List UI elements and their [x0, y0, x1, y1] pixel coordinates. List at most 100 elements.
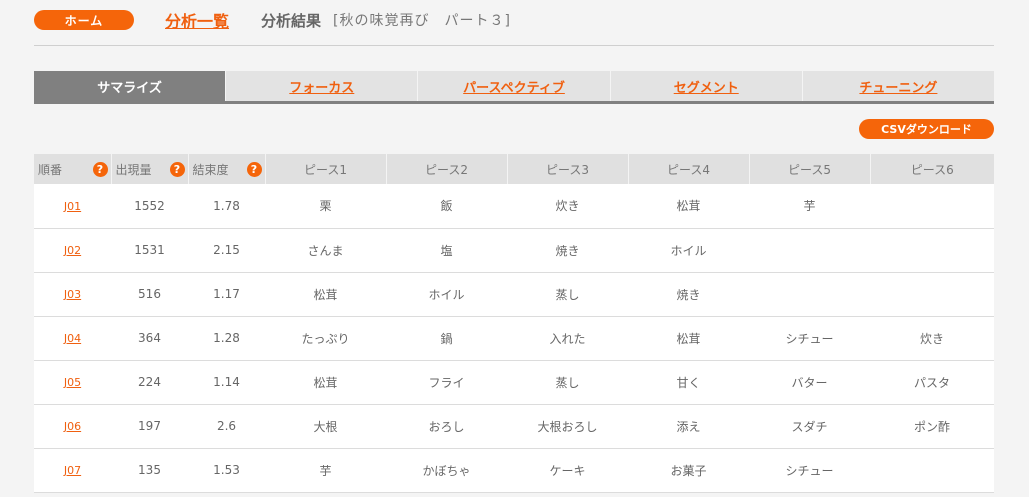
cell-piece-2: 鍋	[386, 316, 507, 361]
cell-piece-1: 栗	[265, 184, 386, 229]
cell-piece-5	[749, 272, 870, 317]
page-subtitle: [秋の味覚再び パート３]	[333, 13, 511, 29]
cell-piece-3: 蒸し	[507, 360, 628, 405]
cell-cohesion: 2.15	[188, 228, 265, 273]
column-header-label: 出現量	[115, 162, 152, 177]
cell-order: J05	[34, 360, 111, 405]
cell-piece-6	[870, 272, 994, 317]
cell-piece-2: ホイル	[386, 272, 507, 317]
header: ホーム 分析一覧 分析結果 [秋の味覚再び パート３]	[34, 9, 994, 31]
cell-piece-4: 添え	[628, 404, 749, 449]
cell-piece-4: 甘く	[628, 360, 749, 405]
cell-piece-1: さんま	[265, 228, 386, 273]
cell-piece-3: 入れた	[507, 316, 628, 361]
table-row: J02 1531 2.15 さんま塩焼き ホイル	[34, 228, 994, 273]
column-header-occurrence: 出現量?	[111, 154, 189, 184]
table-row: J04 364 1.28 たっぷり鍋入れた 松茸 シチュー 炊き	[34, 316, 994, 361]
table-row: J06 197 2.6 大根 おろし 大根おろし 添え スダチ ポン酢	[34, 404, 994, 449]
row-id-link[interactable]: J01	[64, 200, 81, 213]
cell-cohesion: 1.28	[188, 316, 265, 361]
tab-perspective[interactable]: パースペクティブ	[418, 71, 611, 101]
column-header-cohesion: 結束度?	[188, 154, 266, 184]
cell-piece-3: 蒸し	[507, 272, 628, 317]
csv-download-button[interactable]: CSVダウンロード	[859, 119, 994, 139]
cell-occurrence: 1531	[111, 228, 188, 273]
cell-cohesion: 1.14	[188, 360, 265, 405]
page-title: 分析結果	[261, 11, 322, 30]
cell-occurrence: 135	[111, 448, 188, 493]
column-header-label: 結束度	[192, 162, 229, 177]
row-id-link[interactable]: J06	[64, 420, 81, 433]
cell-piece-3: 焼き	[507, 228, 628, 273]
column-header-piece-2: ピース2	[386, 154, 508, 184]
cell-piece-1: たっぷり	[265, 316, 386, 361]
cell-piece-6: ポン酢	[870, 404, 994, 449]
cell-cohesion: 2.6	[188, 404, 265, 449]
row-id-link[interactable]: J03	[64, 288, 81, 301]
cell-piece-2: おろし	[386, 404, 507, 449]
tab-focus[interactable]: フォーカス	[226, 71, 419, 101]
cell-piece-6: パスタ	[870, 360, 994, 405]
column-header-piece-4: ピース4	[628, 154, 750, 184]
cell-order: J04	[34, 316, 111, 361]
cell-piece-6: 炊き	[870, 316, 994, 361]
cell-order: J06	[34, 404, 111, 449]
tab-segment[interactable]: セグメント	[610, 71, 803, 101]
cell-piece-4: 焼き	[628, 272, 749, 317]
table-body: J01 1552 1.78 栗飯炊き 松茸芋 J02 1531 2.15 さんま塩焼き ホイル J0…	[34, 184, 994, 493]
cell-piece-3: 大根おろし	[507, 404, 628, 449]
tab-tuning[interactable]: チューニング	[802, 71, 995, 101]
cell-piece-1: 松茸	[265, 272, 386, 317]
column-header-piece-3: ピース3	[507, 154, 629, 184]
cell-piece-6	[870, 448, 994, 493]
cell-piece-4: ホイル	[628, 228, 749, 273]
column-header-label: 順番	[38, 162, 63, 177]
help-question-icon[interactable]: ?	[246, 161, 262, 177]
header-divider	[34, 45, 994, 46]
table-row: J01 1552 1.78 栗飯炊き 松茸芋	[34, 184, 994, 229]
cell-order: J01	[34, 184, 111, 229]
cell-occurrence: 516	[111, 272, 188, 317]
row-id-link[interactable]: J02	[64, 244, 81, 257]
help-question-icon[interactable]: ?	[92, 161, 108, 177]
cell-piece-4: 松茸	[628, 316, 749, 361]
cell-occurrence: 197	[111, 404, 188, 449]
cell-occurrence: 1552	[111, 184, 188, 229]
cell-piece-4: お菓子	[628, 448, 749, 493]
cell-piece-6	[870, 228, 994, 273]
cell-piece-4: 松茸	[628, 184, 749, 229]
row-id-link[interactable]: J05	[64, 376, 81, 389]
cell-piece-5: シチュー	[749, 316, 870, 361]
cell-piece-1: 芋	[265, 448, 386, 493]
cell-piece-6	[870, 184, 994, 229]
column-header-order: 順番?	[34, 154, 112, 184]
cell-cohesion: 1.78	[188, 184, 265, 229]
cell-order: J03	[34, 272, 111, 317]
results-table: 順番? 出現量? 結束度? ピース1 ピース2 ピース3 ピース4 ピース5 ピース6 J01 1…	[34, 154, 994, 493]
tab-summarize[interactable]: サマライズ	[34, 71, 227, 101]
cell-piece-3: ケーキ	[507, 448, 628, 493]
cell-piece-5: 芋	[749, 184, 870, 229]
cell-cohesion: 1.53	[188, 448, 265, 493]
cell-piece-2: かぼちゃ	[386, 448, 507, 493]
cell-cohesion: 1.17	[188, 272, 265, 317]
cell-order: J07	[34, 448, 111, 493]
cell-piece-1: 松茸	[265, 360, 386, 405]
cell-piece-2: 塩	[386, 228, 507, 273]
table-row: J03 516 1.17 松茸 ホイル 蒸し 焼き	[34, 272, 994, 317]
table-row: J07 135 1.53 芋かぼちゃ ケーキ お菓子 シチュー	[34, 448, 994, 493]
cell-order: J02	[34, 228, 111, 273]
row-id-link[interactable]: J07	[64, 464, 81, 477]
cell-piece-1: 大根	[265, 404, 386, 449]
row-id-link[interactable]: J04	[64, 332, 81, 345]
tab-bar: サマライズ フォーカス パースペクティブ セグメント チューニング	[34, 71, 995, 104]
column-header-piece-1: ピース1	[265, 154, 387, 184]
cell-piece-2: 飯	[386, 184, 507, 229]
cell-piece-5: スダチ	[749, 404, 870, 449]
analysis-list-link[interactable]: 分析一覧	[165, 8, 229, 32]
table-row: J05 224 1.14 松茸 フライ 蒸し 甘く バター パスタ	[34, 360, 994, 405]
cell-piece-5: シチュー	[749, 448, 870, 493]
cell-piece-5	[749, 228, 870, 273]
help-question-icon[interactable]: ?	[169, 161, 185, 177]
home-button[interactable]: ホーム	[34, 10, 134, 30]
